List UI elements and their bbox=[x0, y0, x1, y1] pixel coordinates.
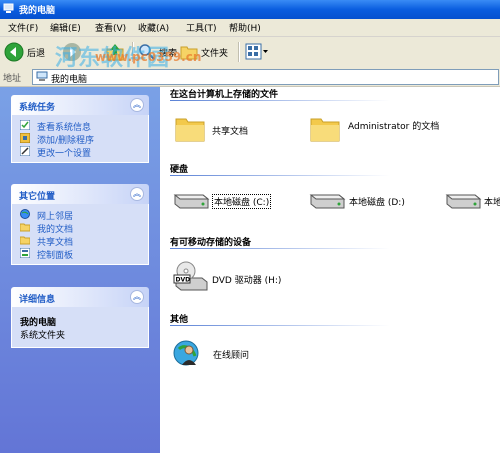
info-icon bbox=[20, 120, 30, 130]
folder-icon bbox=[175, 118, 205, 142]
back-button[interactable]: 后退 bbox=[4, 42, 45, 62]
address-label: 地址 bbox=[3, 74, 22, 84]
menu-view[interactable]: 查看(V) bbox=[95, 21, 126, 34]
task-pane: 系统任务 ︽ 查看系统信息 添加/删除程序 更改一个设置 其它位置 ︽ 网上邻居… bbox=[0, 87, 160, 453]
place-my-documents[interactable]: 我的文档 bbox=[12, 221, 148, 235]
item-shared-documents[interactable]: 共享文档 bbox=[175, 114, 248, 145]
folder-icon bbox=[20, 223, 30, 232]
menu-edit[interactable]: 编辑(E) bbox=[50, 21, 81, 34]
programs-icon bbox=[20, 133, 30, 143]
menu-favorites[interactable]: 收藏(A) bbox=[138, 21, 169, 34]
other-places-header[interactable]: 其它位置 ︽ bbox=[11, 184, 149, 204]
window-title: 我的电脑 bbox=[19, 6, 56, 16]
title-bar[interactable]: 我的电脑 bbox=[0, 0, 500, 19]
group-other: 其他 bbox=[170, 315, 189, 325]
hard-disk-icon bbox=[173, 194, 210, 209]
details-name: 我的电脑 bbox=[20, 318, 57, 328]
back-arrow-icon bbox=[4, 42, 24, 62]
content-area: 在这台计算机上存储的文件 共享文档 Administrator 的文档 硬盘 本… bbox=[160, 87, 500, 453]
control-panel-icon bbox=[20, 248, 30, 258]
details-header[interactable]: 详细信息 ︽ bbox=[11, 287, 149, 307]
collapse-icon[interactable]: ︽ bbox=[130, 98, 144, 112]
settings-icon bbox=[20, 146, 30, 156]
menu-tools[interactable]: 工具(T) bbox=[186, 21, 217, 34]
menu-bar: 文件(F) 编辑(E) 查看(V) 收藏(A) 工具(T) 帮助(H) bbox=[0, 19, 500, 37]
item-local-disk-d[interactable]: 本地磁盘 (D:) bbox=[308, 189, 405, 214]
system-tasks-header[interactable]: 系统任务 ︽ bbox=[11, 95, 149, 115]
other-places-panel: 其它位置 ︽ 网上邻居 我的文档 共享文档 控制面板 bbox=[11, 184, 149, 265]
collapse-icon[interactable]: ︽ bbox=[130, 290, 144, 304]
place-network[interactable]: 网上邻居 bbox=[12, 208, 148, 222]
views-icon bbox=[245, 43, 268, 60]
folder-icon bbox=[20, 236, 30, 245]
details-panel: 详细信息 ︽ 我的电脑 系统文件夹 bbox=[11, 287, 149, 348]
menu-help[interactable]: 帮助(H) bbox=[229, 21, 261, 34]
collapse-icon[interactable]: ︽ bbox=[130, 187, 144, 201]
item-local-disk-partial[interactable]: 本地 bbox=[444, 189, 500, 214]
group-stored-files: 在这台计算机上存储的文件 bbox=[170, 90, 279, 100]
folder-icon bbox=[310, 118, 340, 142]
item-local-disk-c[interactable]: 本地磁盘 (C:) bbox=[172, 189, 272, 214]
group-hard-disks: 硬盘 bbox=[170, 165, 189, 175]
task-view-system-info[interactable]: 查看系统信息 bbox=[12, 119, 148, 133]
group-removable-storage: 有可移动存储的设备 bbox=[170, 238, 252, 248]
svg-text:DVD: DVD bbox=[176, 277, 191, 284]
details-description: 系统文件夹 bbox=[20, 331, 66, 341]
item-administrator-documents[interactable]: Administrator 的文档 bbox=[310, 114, 439, 145]
computer-icon bbox=[36, 71, 48, 81]
task-add-remove-programs[interactable]: 添加/删除程序 bbox=[12, 132, 148, 146]
place-shared-documents[interactable]: 共享文档 bbox=[12, 234, 148, 248]
menu-file[interactable]: 文件(F) bbox=[8, 21, 38, 34]
views-button[interactable] bbox=[245, 42, 269, 62]
item-online-assistant[interactable]: 在线顾问 bbox=[173, 339, 249, 370]
hard-disk-icon bbox=[309, 194, 346, 209]
online-assistant-icon bbox=[173, 340, 199, 366]
computer-icon bbox=[3, 3, 14, 13]
place-control-panel[interactable]: 控制面板 bbox=[12, 247, 148, 261]
watermark-url: www.pc0359.cn bbox=[95, 50, 202, 64]
system-tasks-panel: 系统任务 ︽ 查看系统信息 添加/删除程序 更改一个设置 bbox=[11, 95, 149, 163]
hard-disk-icon bbox=[445, 194, 482, 209]
dvd-drive-icon: DVD bbox=[173, 261, 208, 291]
task-change-setting[interactable]: 更改一个设置 bbox=[12, 145, 148, 159]
globe-icon bbox=[20, 209, 30, 219]
item-dvd-drive[interactable]: DVD DVD 驱动器 (H:) bbox=[172, 260, 281, 295]
